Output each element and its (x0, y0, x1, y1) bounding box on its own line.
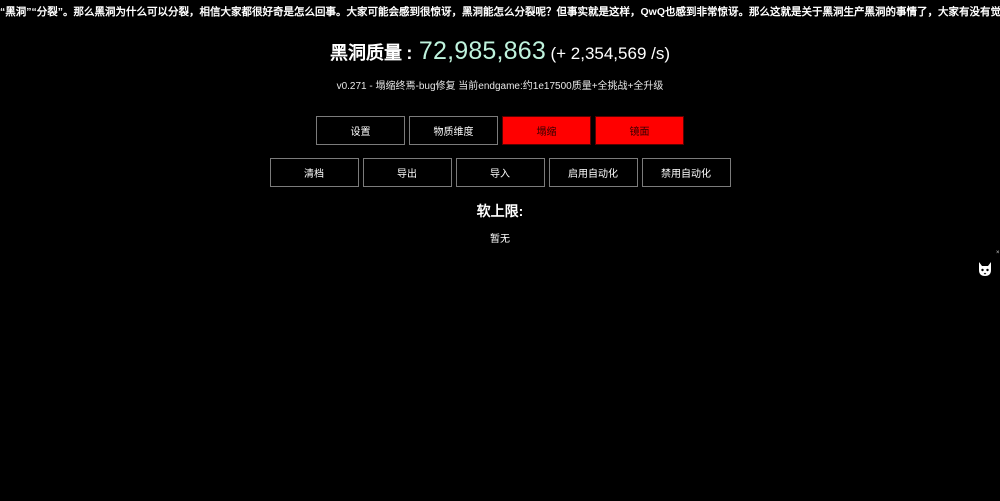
tab-matter-dimensions-label: 物质维度 (433, 127, 474, 138)
mass-rate: (+ 2,354,569 /s) (550, 44, 671, 63)
side-close-mark[interactable]: × (996, 250, 1000, 256)
import-label: 导入 (490, 169, 510, 180)
github-cat-icon[interactable] (977, 261, 993, 277)
tab-mirror-label: 镜面 (629, 127, 650, 138)
news-ticker-text: “黑洞”“分裂”。那么黑洞为什么可以分裂，相信大家都很好奇是怎么回事。大家可能会… (0, 6, 1000, 18)
mass-value: 72,985,863 (418, 37, 546, 65)
disable-automation-label: 禁用自动化 (661, 169, 711, 180)
version-info: v0.271 - 塌缩终焉-bug修复 当前endgame:约1e17500质量… (336, 81, 664, 92)
tab-bar: 设置 物质维度 塌缩 镜面 (0, 116, 1000, 145)
tab-matter-dimensions[interactable]: 物质维度 (409, 116, 498, 145)
export-label: 导出 (397, 169, 417, 180)
blackhole-mass-display: 黑洞质量 : 72,985,863 (+ 2,354,569 /s) (0, 34, 1000, 72)
enable-automation-label: 启用自动化 (568, 169, 618, 180)
mass-label: 黑洞质量 (329, 43, 402, 63)
action-bar: 清档 导出 导入 启用自动化 禁用自动化 (0, 158, 1000, 187)
hard-reset-label: 清档 (304, 169, 324, 180)
hard-reset-button[interactable]: 清档 (269, 158, 359, 187)
softcap-title: 软上限: (476, 203, 524, 219)
softcap-none-text: 暂无 (490, 234, 510, 245)
github-cat-icon-graphic (979, 262, 991, 276)
enable-automation-button[interactable]: 启用自动化 (548, 158, 638, 187)
tab-settings-label: 设置 (350, 127, 371, 138)
tab-settings[interactable]: 设置 (316, 116, 405, 145)
news-ticker: “黑洞”“分裂”。那么黑洞为什么可以分裂，相信大家都很好奇是怎么回事。大家可能会… (0, 5, 1000, 19)
tab-collapse-label: 塌缩 (536, 127, 557, 138)
import-button[interactable]: 导入 (455, 158, 545, 187)
export-button[interactable]: 导出 (362, 158, 452, 187)
tab-collapse[interactable]: 塌缩 (502, 116, 591, 145)
game-page: “黑洞”“分裂”。那么黑洞为什么可以分裂，相信大家都很好奇是怎么回事。大家可能会… (0, 0, 1000, 501)
mass-colon: : (406, 43, 413, 63)
tab-mirror[interactable]: 镜面 (595, 116, 684, 145)
disable-automation-button[interactable]: 禁用自动化 (641, 158, 731, 187)
